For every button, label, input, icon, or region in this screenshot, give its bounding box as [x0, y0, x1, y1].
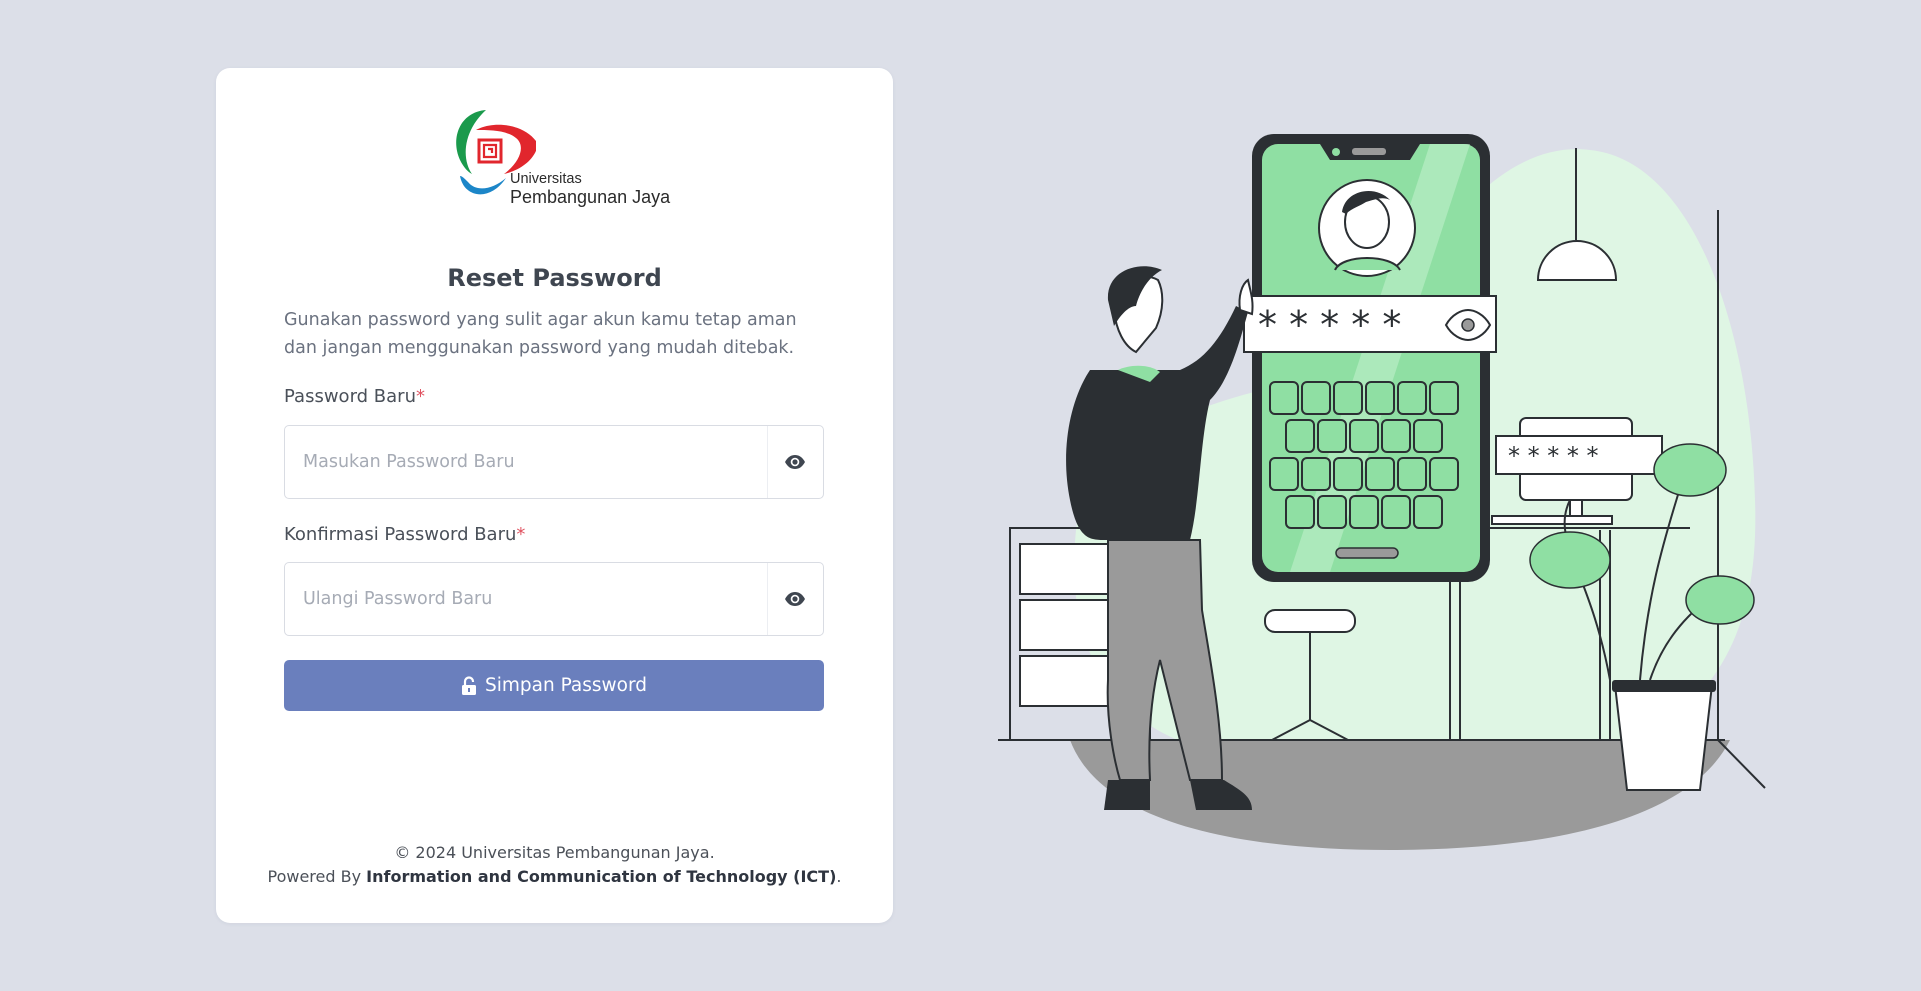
- reset-password-card: Universitas Pembangunan Jaya Reset Passw…: [216, 68, 893, 923]
- footer: © 2024 Universitas Pembangunan Jaya. Pow…: [216, 841, 893, 889]
- security-illustration: * * * * * * * * * *: [990, 120, 1770, 860]
- university-logo: Universitas Pembangunan Jaya: [446, 102, 676, 208]
- page-title: Reset Password: [447, 264, 662, 292]
- toggle-new-password-button[interactable]: [767, 426, 823, 498]
- save-password-button[interactable]: Simpan Password: [284, 660, 824, 711]
- eye-icon: [785, 592, 805, 606]
- save-password-label: Simpan Password: [484, 675, 647, 696]
- unlock-icon: [461, 675, 476, 695]
- new-password-label-text: Password Baru: [284, 386, 416, 407]
- logo-line-2: Pembangunan Jaya: [510, 186, 671, 207]
- phone-password-mask: * * * * *: [1258, 303, 1401, 347]
- new-password-group: [284, 425, 824, 499]
- page-description: Gunakan password yang sulit agar akun ka…: [284, 310, 797, 358]
- confirm-password-input[interactable]: [285, 563, 765, 635]
- illustration-svg: * * * * * * * * * *: [998, 134, 1766, 850]
- required-mark: *: [516, 524, 526, 545]
- confirm-password-label: Konfirmasi Password Baru*: [284, 524, 525, 545]
- powered-by-line: Powered By Information and Communication…: [216, 865, 893, 889]
- eye-icon: [785, 455, 805, 469]
- logo-text: Universitas Pembangunan Jaya: [510, 171, 671, 208]
- confirm-password-group: [284, 562, 824, 636]
- powered-by-name: Information and Communication of Technol…: [366, 867, 837, 886]
- required-mark: *: [416, 386, 425, 407]
- confirm-password-label-text: Konfirmasi Password Baru: [284, 524, 517, 545]
- new-password-input[interactable]: [285, 426, 765, 498]
- powered-by-prefix: Powered By: [267, 867, 367, 886]
- new-password-label: Password Baru*: [284, 386, 425, 407]
- monitor-password-mask: * * * * *: [1508, 442, 1599, 470]
- powered-by-suffix: .: [836, 867, 842, 886]
- logo-line-1: Universitas: [510, 171, 582, 187]
- copyright-text: © 2024 Universitas Pembangunan Jaya.: [394, 843, 715, 862]
- toggle-confirm-password-button[interactable]: [767, 563, 823, 635]
